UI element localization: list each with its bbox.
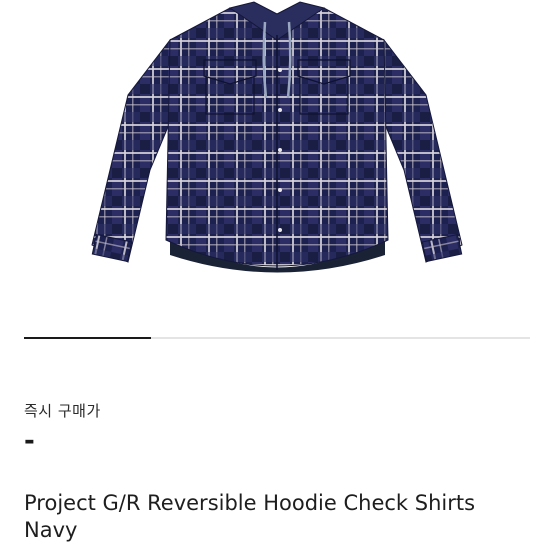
instant-buy-price-label: 즉시 구매가 <box>24 402 101 420</box>
carousel-indicator <box>24 337 530 339</box>
product-title: Project G/R Reversible Hoodie Check Shir… <box>24 491 476 542</box>
product-image[interactable] <box>0 0 554 338</box>
product-detail-page: 즉시 구매가 - Project G/R Reversible Hoodie C… <box>0 0 554 554</box>
shirt-illustration <box>91 1 463 273</box>
instant-buy-price-value: - <box>24 426 35 456</box>
carousel-indicator-active <box>24 337 151 339</box>
